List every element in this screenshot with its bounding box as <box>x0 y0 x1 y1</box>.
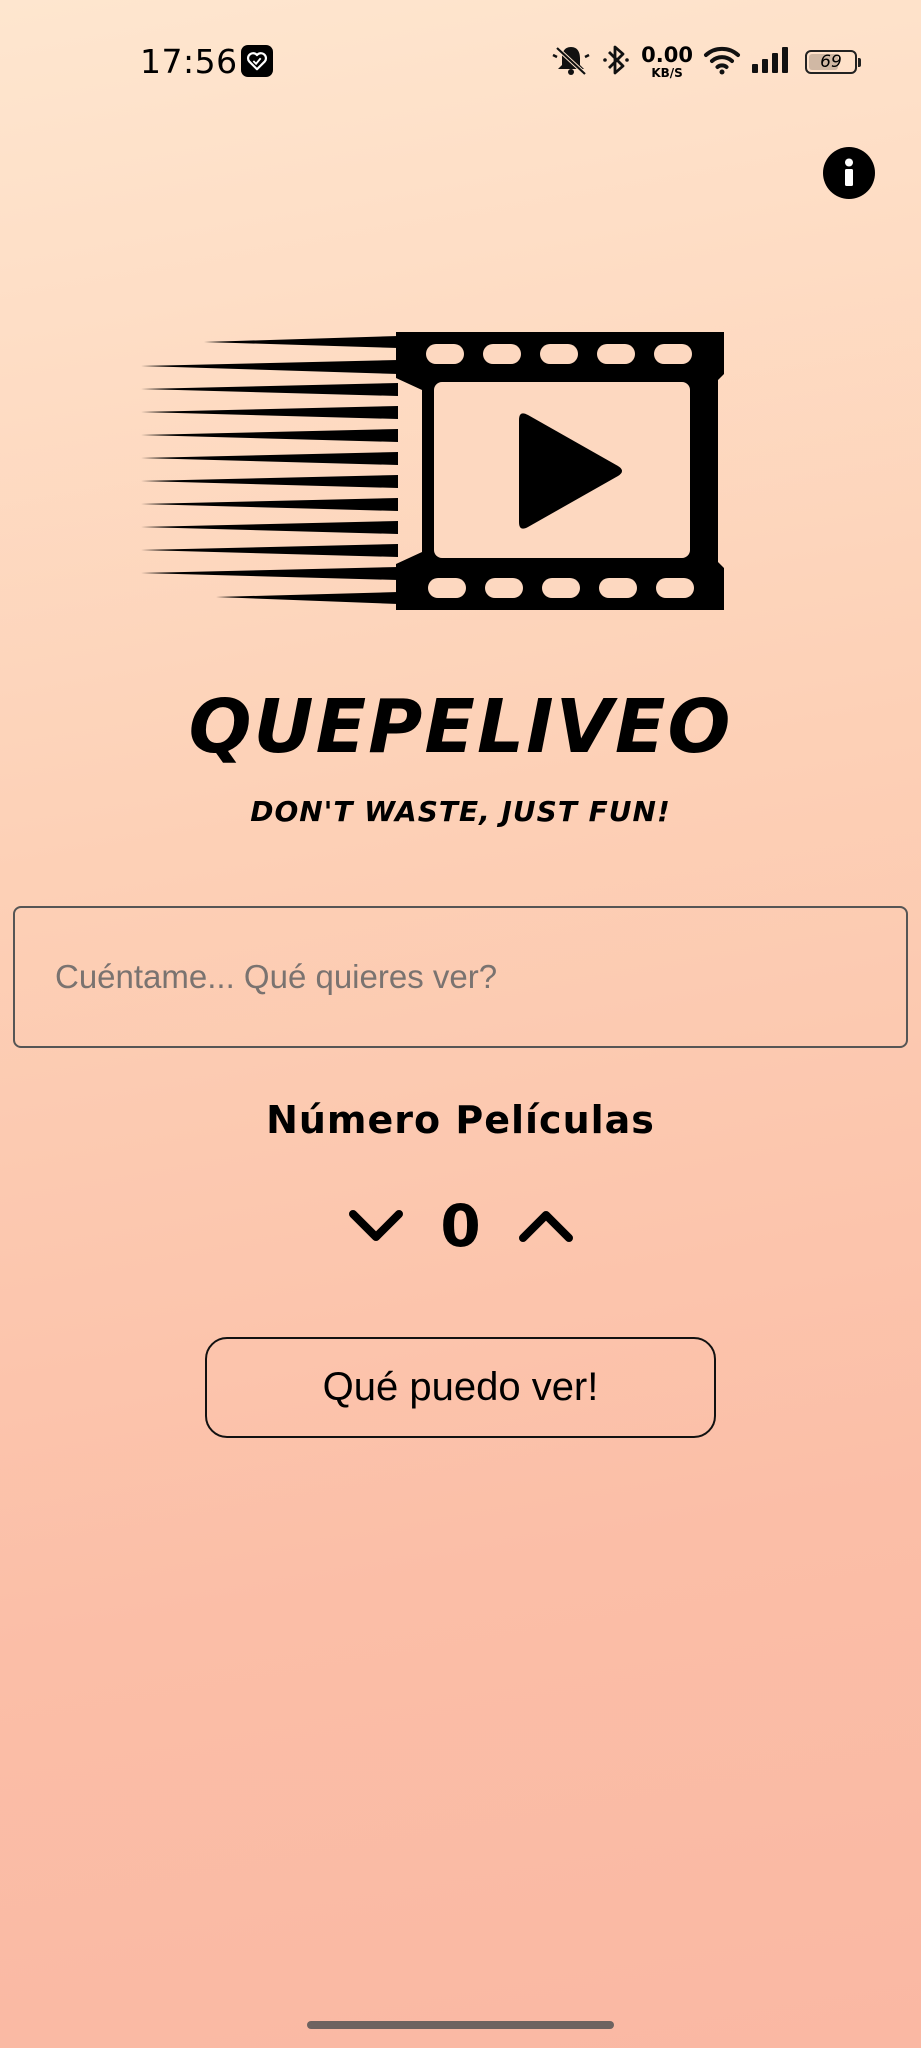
heart-app-notification-icon <box>241 45 273 77</box>
battery-level: 69 <box>820 52 842 72</box>
app-tagline: DON'T WASTE, JUST FUN! <box>250 795 671 828</box>
info-button[interactable] <box>823 147 875 199</box>
film-strip-play-icon <box>141 332 724 610</box>
battery-icon: 69 <box>805 50 861 74</box>
app-screen: 17:56 0.00 KB/S 69 QUEPELIVEO DON'T WAST… <box>0 0 921 2048</box>
net-speed-value: 0.00 <box>641 43 693 67</box>
signal-icon <box>751 46 789 79</box>
movie-count-stepper: 0 <box>0 1190 921 1262</box>
bluetooth-icon <box>601 43 631 82</box>
movie-count-value: 0 <box>440 1192 481 1260</box>
increment-button[interactable] <box>511 1191 581 1261</box>
chevron-up-icon <box>518 1211 573 1242</box>
search-input[interactable] <box>13 906 908 1048</box>
info-icon <box>845 158 853 186</box>
submit-button[interactable]: Qué puedo ver! <box>205 1337 716 1438</box>
movie-count-label: Número Películas <box>266 1098 655 1142</box>
chevron-down-icon <box>348 1210 403 1241</box>
status-time: 17:56 <box>140 42 238 81</box>
status-bar: 17:56 0.00 KB/S 69 <box>0 0 921 124</box>
wifi-icon <box>703 44 741 81</box>
net-speed-unit: KB/S <box>651 66 683 80</box>
status-icons: 0.00 KB/S 69 <box>551 40 861 84</box>
net-speed-indicator: 0.00 KB/S <box>641 43 693 80</box>
home-indicator[interactable] <box>307 2021 614 2029</box>
bell-muted-icon <box>551 43 591 82</box>
decrement-button[interactable] <box>341 1191 411 1261</box>
app-title: QUEPELIVEO <box>188 684 733 770</box>
